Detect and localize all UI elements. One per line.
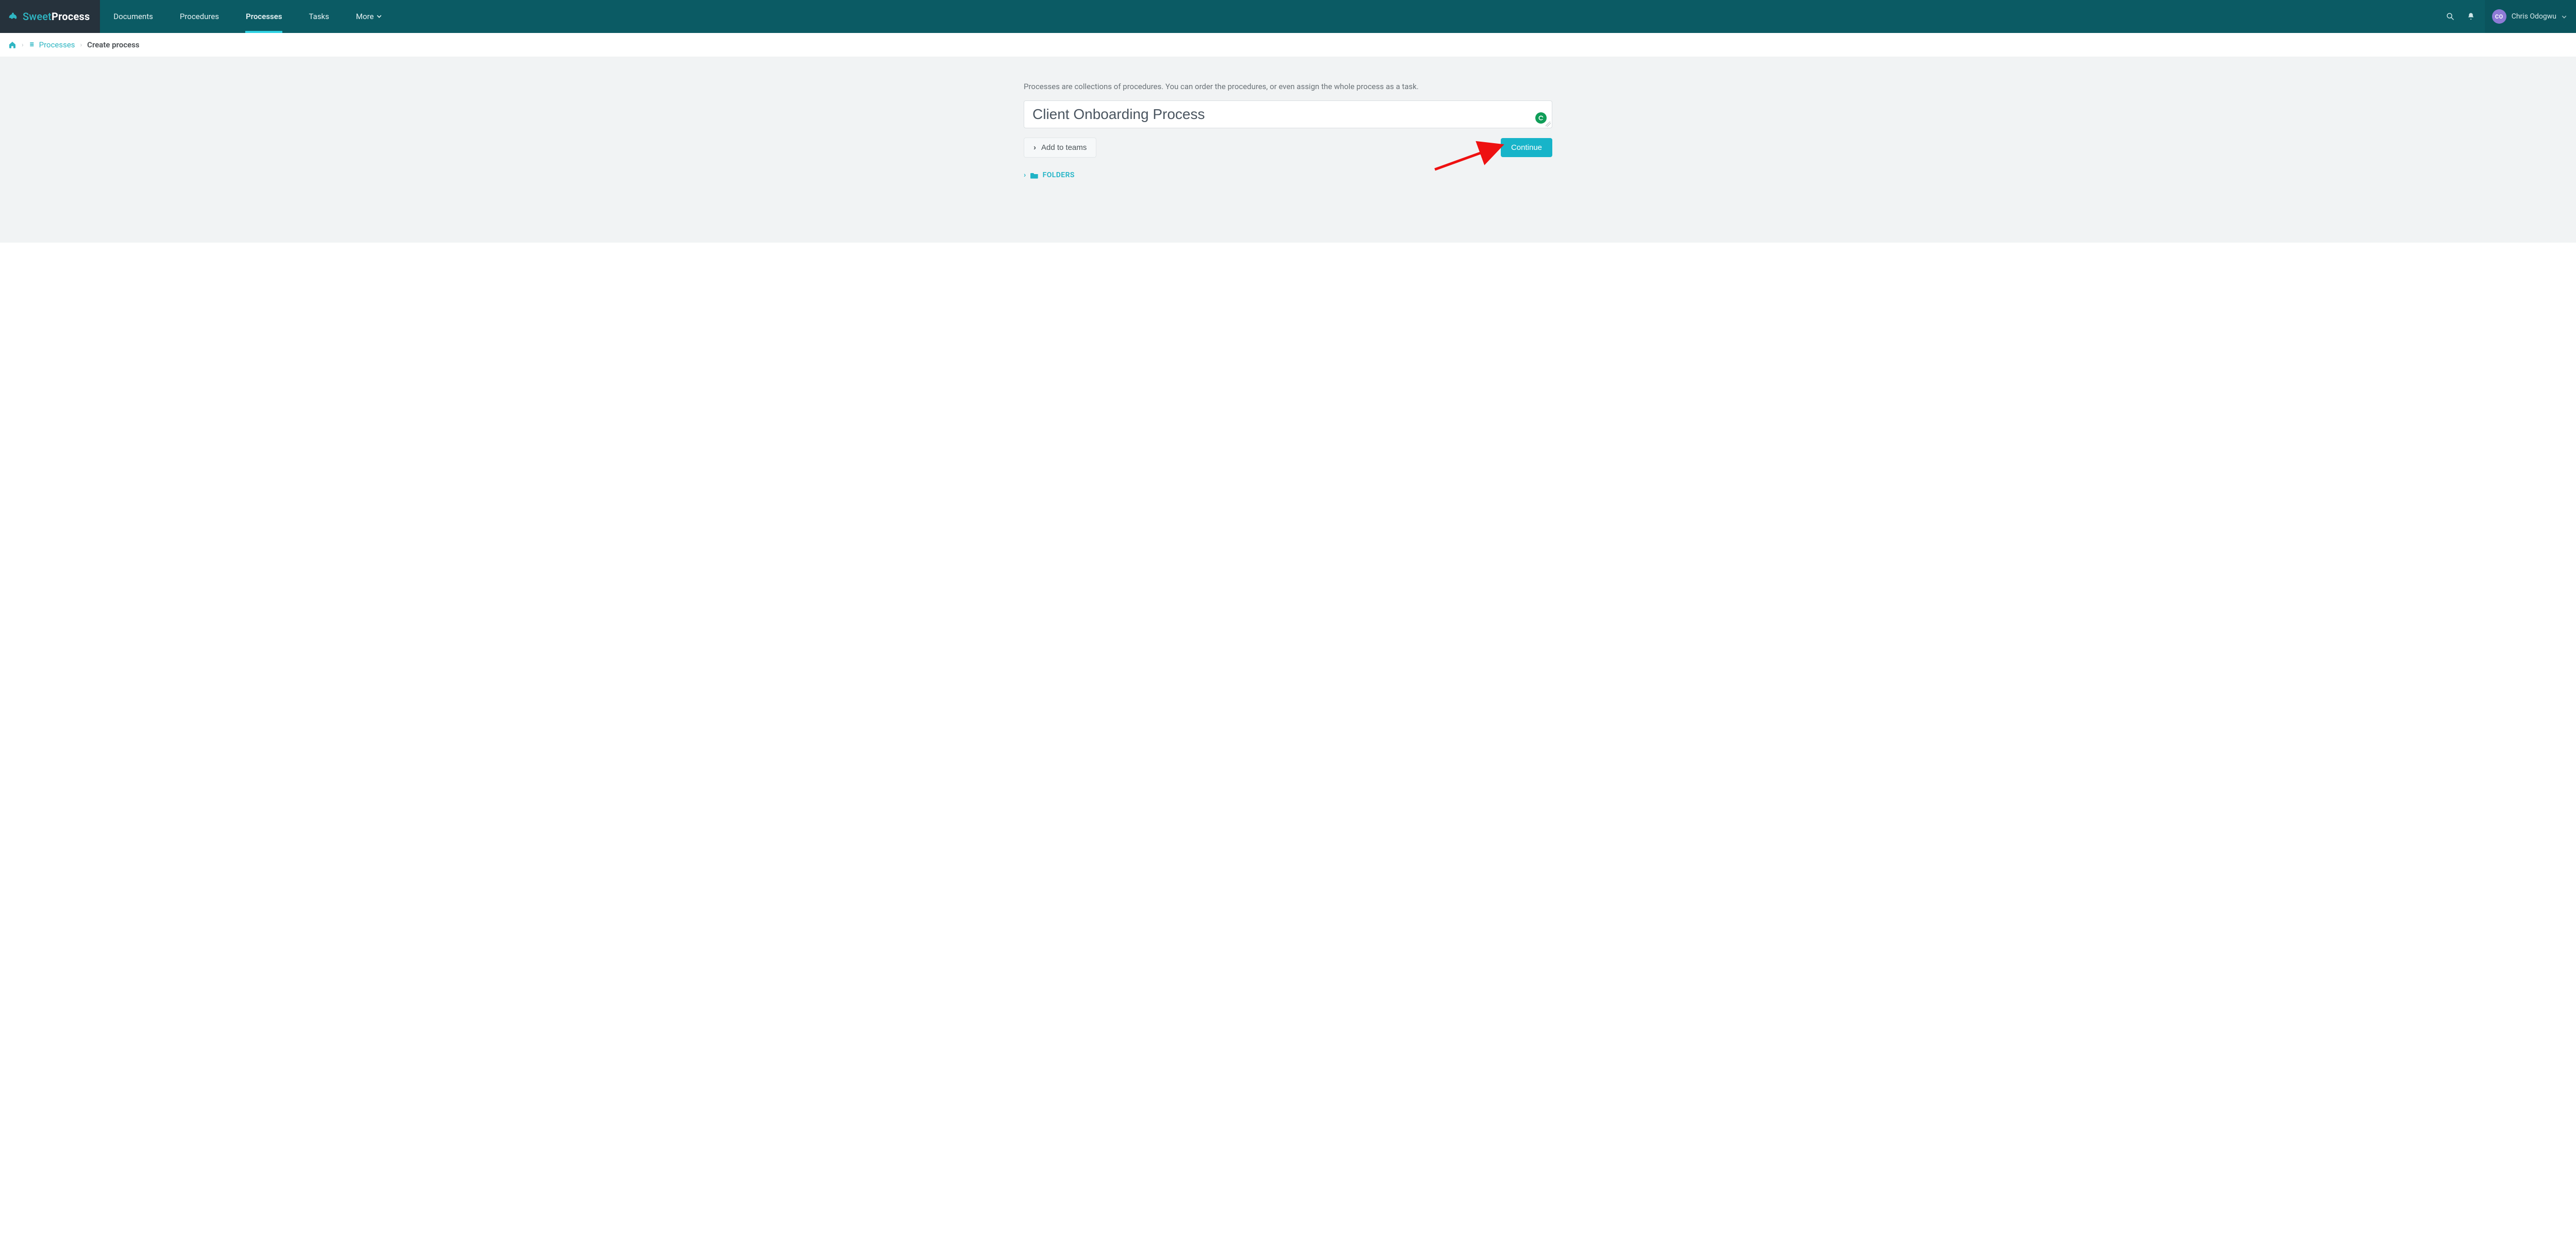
- brand-logo-icon: [7, 11, 19, 22]
- chevron-right-icon: ›: [1024, 171, 1026, 179]
- process-title-input[interactable]: [1032, 106, 1527, 123]
- nav-item-label: Documents: [113, 12, 153, 21]
- nav-item-label: Procedures: [180, 12, 219, 21]
- nav-documents[interactable]: Documents: [100, 0, 166, 33]
- nav-processes[interactable]: Processes: [232, 0, 295, 33]
- chevron-down-icon: [377, 12, 382, 21]
- folder-icon: [1030, 172, 1039, 179]
- breadcrumb: › Processes › Create process: [0, 33, 2576, 57]
- brand-sweet: Sweet: [23, 10, 52, 23]
- breadcrumb-link-label: Processes: [39, 40, 75, 49]
- top-nav: SweetProcess Documents Procedures Proces…: [0, 0, 2576, 33]
- form-intro-text: Processes are collections of procedures.…: [1024, 82, 1552, 91]
- breadcrumb-separator: ›: [80, 41, 82, 48]
- brand[interactable]: SweetProcess: [0, 0, 100, 33]
- folders-label: FOLDERS: [1043, 171, 1075, 179]
- page-body: Processes are collections of procedures.…: [0, 57, 2576, 243]
- stack-icon: [29, 41, 36, 48]
- resize-handle-icon[interactable]: [1546, 122, 1551, 127]
- annotation-arrow-icon: [1430, 141, 1512, 177]
- nav-procedures[interactable]: Procedures: [166, 0, 232, 33]
- continue-label: Continue: [1511, 143, 1542, 152]
- brand-process: Process: [52, 10, 90, 23]
- process-title-field[interactable]: [1024, 100, 1552, 128]
- nav-items: Documents Procedures Processes Tasks Mor…: [100, 0, 395, 33]
- nav-item-label: More: [356, 12, 374, 21]
- user-name: Chris Odogwu: [2512, 12, 2556, 21]
- grammarly-icon[interactable]: [1535, 112, 1547, 124]
- add-to-teams-label: Add to teams: [1041, 143, 1087, 152]
- nav-tasks[interactable]: Tasks: [296, 0, 343, 33]
- avatar: CO: [2492, 9, 2506, 24]
- home-icon[interactable]: [8, 41, 16, 49]
- chevron-right-icon: ›: [1033, 143, 1036, 152]
- create-process-form: Processes are collections of procedures.…: [1018, 82, 1558, 179]
- form-actions-row: › Add to teams Continue: [1024, 138, 1552, 158]
- user-menu[interactable]: CO Chris Odogwu: [2485, 0, 2576, 33]
- add-to-teams-button[interactable]: › Add to teams: [1024, 138, 1096, 158]
- breadcrumb-processes-link[interactable]: Processes: [29, 40, 75, 49]
- breadcrumb-current: Create process: [87, 40, 139, 49]
- avatar-initials: CO: [2495, 13, 2503, 20]
- nav-item-label: Processes: [246, 12, 282, 21]
- folders-toggle[interactable]: › FOLDERS: [1024, 171, 1075, 179]
- breadcrumb-separator: ›: [22, 41, 24, 48]
- nav-item-label: Tasks: [309, 12, 329, 21]
- search-icon[interactable]: [2446, 12, 2455, 21]
- nav-more[interactable]: More: [343, 0, 396, 33]
- bell-icon[interactable]: [2466, 12, 2476, 21]
- nav-right-icons: [2436, 0, 2485, 33]
- chevron-down-icon: [2562, 12, 2567, 22]
- brand-text: SweetProcess: [23, 10, 90, 23]
